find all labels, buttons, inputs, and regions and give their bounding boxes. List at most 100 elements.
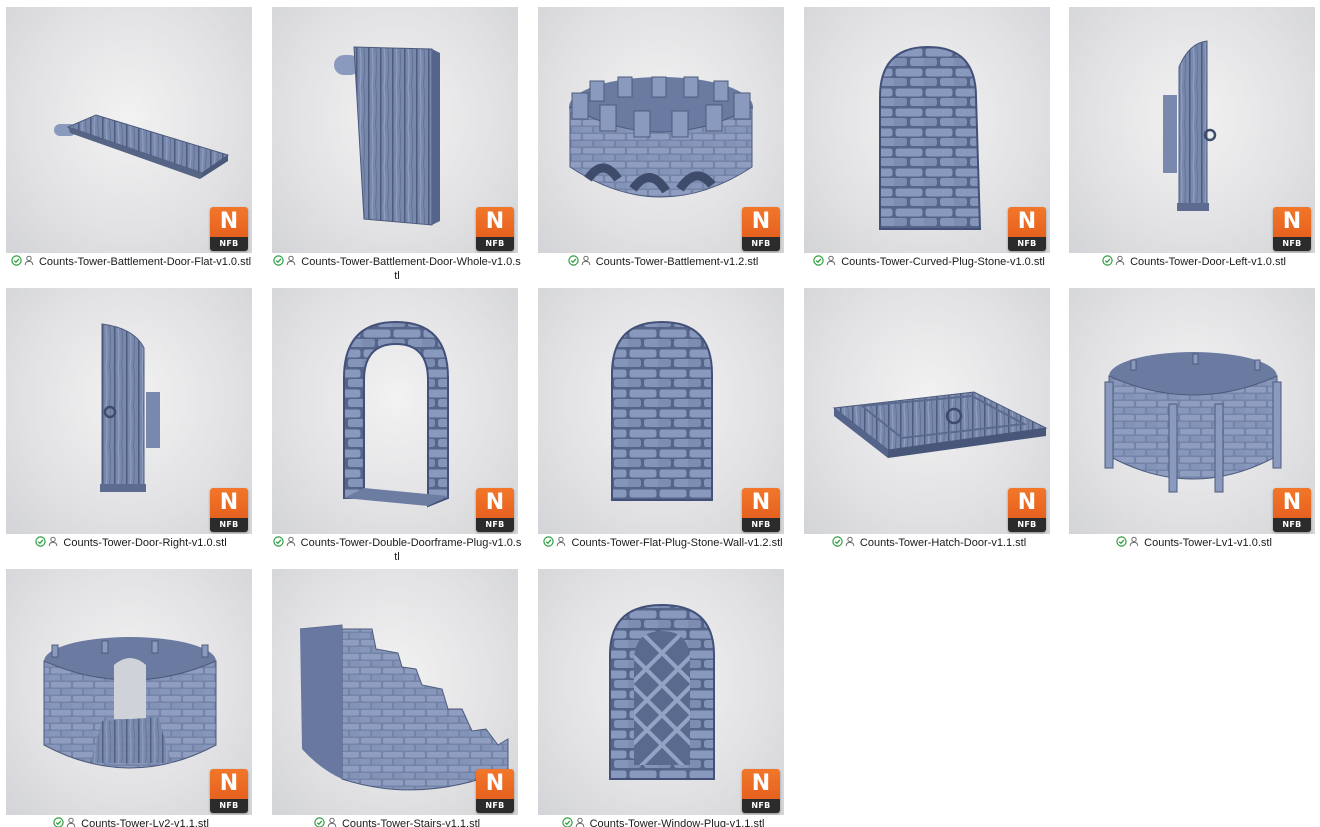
sync-status-check-icon	[1102, 255, 1113, 270]
file-caption[interactable]: Counts-Tower-Flat-Plug-Stone-Wall-v1.2.s…	[538, 536, 788, 551]
shared-person-icon	[48, 536, 58, 551]
sync-status-check-icon	[1116, 536, 1127, 551]
file-name: Counts-Tower-Hatch-Door-v1.1.stl	[859, 537, 1027, 549]
file-name: Counts-Tower-Battlement-Door-Flat-v1.0.s…	[38, 256, 252, 268]
sync-status-check-icon	[543, 536, 555, 551]
file-name: Counts-Tower-Battlement-v1.2.stl	[595, 256, 759, 268]
nfb-badge-icon: N NFB	[210, 207, 248, 251]
badge-label: NFB	[1008, 518, 1046, 532]
file-tile[interactable]: N NFB Counts-Tower-Stairs-v1.1.stl	[272, 569, 522, 827]
file-thumbnail[interactable]: N NFB	[1069, 7, 1315, 253]
file-tile[interactable]: N NFB Counts-Tower-Battlement-v1.2.stl	[538, 7, 788, 283]
file-name: Counts-Tower-Door-Right-v1.0.stl	[63, 537, 227, 549]
file-caption[interactable]: Counts-Tower-Battlement-v1.2.stl	[538, 255, 788, 270]
badge-letter: N	[751, 490, 771, 515]
file-tile[interactable]: N NFB Counts-Tower-Door-Left-v1.0.stl	[1069, 7, 1319, 283]
badge-label: NFB	[210, 799, 248, 813]
badge-letter: N	[219, 209, 239, 234]
badge-label: NFB	[476, 237, 514, 251]
file-tile[interactable]: N NFB Counts-Tower-Window-Plug-v1.1.stl	[538, 569, 788, 827]
file-caption[interactable]: Counts-Tower-Door-Left-v1.0.stl	[1069, 255, 1319, 270]
shared-person-icon	[581, 255, 591, 270]
shared-person-icon	[1129, 536, 1139, 551]
sync-status-check-icon	[272, 536, 284, 551]
file-thumbnail-grid: N NFB Counts-Tower-Battlement-Door-Flat-…	[0, 0, 1320, 827]
badge-label: NFB	[742, 237, 780, 251]
shared-person-icon	[575, 817, 585, 827]
file-thumbnail[interactable]: N NFB	[538, 569, 784, 815]
badge-letter: N	[1282, 490, 1302, 515]
nfb-badge-icon: N NFB	[476, 207, 514, 251]
file-tile[interactable]: N NFB Counts-Tower-Flat-Plug-Stone-Wall-…	[538, 288, 788, 564]
file-name: Counts-Tower-Battlement-Door-Whole-v1.0.…	[301, 256, 521, 282]
badge-label: NFB	[742, 518, 780, 532]
sync-status-check-icon	[832, 536, 843, 551]
shared-person-icon	[556, 536, 566, 551]
sync-status-check-icon	[567, 255, 579, 270]
nfb-badge-icon: N NFB	[1008, 207, 1046, 251]
badge-label: NFB	[1273, 518, 1311, 532]
nfb-badge-icon: N NFB	[742, 769, 780, 813]
shared-person-icon	[845, 536, 855, 551]
nfb-badge-icon: N NFB	[210, 769, 248, 813]
badge-label: NFB	[210, 237, 248, 251]
file-thumbnail[interactable]: N NFB	[272, 288, 518, 534]
file-thumbnail[interactable]: N NFB	[804, 7, 1050, 253]
file-thumbnail[interactable]: N NFB	[804, 288, 1050, 534]
file-tile[interactable]: N NFB Counts-Tower-Hatch-Door-v1.1.stl	[804, 288, 1054, 564]
shared-person-icon	[286, 255, 296, 270]
shared-person-icon	[1115, 255, 1125, 270]
file-thumbnail[interactable]: N NFB	[538, 288, 784, 534]
file-tile[interactable]: N NFB Counts-Tower-Battlement-Door-Whole…	[272, 7, 522, 283]
sync-status-check-icon	[273, 255, 284, 270]
file-caption[interactable]: Counts-Tower-Double-Doorframe-Plug-v1.0.…	[272, 536, 522, 564]
file-caption[interactable]: Counts-Tower-Window-Plug-v1.1.stl	[538, 817, 788, 827]
file-thumbnail[interactable]: N NFB	[272, 7, 518, 253]
badge-label: NFB	[742, 799, 780, 813]
file-name: Counts-Tower-Stairs-v1.1.stl	[341, 818, 481, 827]
badge-label: NFB	[476, 799, 514, 813]
file-caption[interactable]: Counts-Tower-Stairs-v1.1.stl	[272, 817, 522, 827]
file-tile[interactable]: N NFB Counts-Tower-Curved-Plug-Stone-v1.…	[804, 7, 1054, 283]
shared-person-icon	[286, 536, 296, 551]
file-caption[interactable]: Counts-Tower-Door-Right-v1.0.stl	[6, 536, 256, 551]
file-thumbnail[interactable]: N NFB	[6, 288, 252, 534]
file-name: Counts-Tower-Door-Left-v1.0.stl	[1130, 256, 1286, 268]
badge-letter: N	[1017, 209, 1037, 234]
sync-status-check-icon	[813, 255, 824, 270]
badge-letter: N	[485, 771, 505, 796]
file-caption[interactable]: Counts-Tower-Battlement-Door-Flat-v1.0.s…	[6, 255, 256, 270]
file-caption[interactable]: Counts-Tower-Curved-Plug-Stone-v1.0.stl	[804, 255, 1054, 270]
file-thumbnail[interactable]: N NFB	[6, 7, 252, 253]
nfb-badge-icon: N NFB	[1273, 207, 1311, 251]
file-name: Counts-Tower-Lv1-v1.0.stl	[1144, 537, 1272, 549]
nfb-badge-icon: N NFB	[742, 207, 780, 251]
file-tile[interactable]: N NFB Counts-Tower-Double-Doorframe-Plug…	[272, 288, 522, 564]
file-caption[interactable]: Counts-Tower-Battlement-Door-Whole-v1.0.…	[272, 255, 522, 283]
file-thumbnail[interactable]: N NFB	[538, 7, 784, 253]
sync-status-check-icon	[35, 536, 47, 551]
file-caption[interactable]: Counts-Tower-Lv1-v1.0.stl	[1069, 536, 1319, 551]
file-caption[interactable]: Counts-Tower-Hatch-Door-v1.1.stl	[804, 536, 1054, 551]
shared-person-icon	[327, 817, 337, 827]
file-thumbnail[interactable]: N NFB	[1069, 288, 1315, 534]
shared-person-icon	[66, 817, 76, 827]
sync-status-check-icon	[314, 817, 325, 827]
file-thumbnail[interactable]: N NFB	[6, 569, 252, 815]
file-tile[interactable]: N NFB Counts-Tower-Lv2-v1.1.stl	[6, 569, 256, 827]
file-name: Counts-Tower-Lv2-v1.1.stl	[81, 818, 209, 827]
file-name: Counts-Tower-Window-Plug-v1.1.stl	[589, 818, 765, 827]
file-tile[interactable]: N NFB Counts-Tower-Battlement-Door-Flat-…	[6, 7, 256, 283]
nfb-badge-icon: N NFB	[1273, 488, 1311, 532]
file-tile[interactable]: N NFB Counts-Tower-Door-Right-v1.0.stl	[6, 288, 256, 564]
badge-label: NFB	[476, 518, 514, 532]
file-tile[interactable]: N NFB Counts-Tower-Lv1-v1.0.stl	[1069, 288, 1319, 564]
file-caption[interactable]: Counts-Tower-Lv2-v1.1.stl	[6, 817, 256, 827]
badge-letter: N	[485, 209, 505, 234]
badge-letter: N	[751, 209, 771, 234]
badge-letter: N	[1017, 490, 1037, 515]
nfb-badge-icon: N NFB	[742, 488, 780, 532]
nfb-badge-icon: N NFB	[476, 769, 514, 813]
badge-letter: N	[751, 771, 771, 796]
file-thumbnail[interactable]: N NFB	[272, 569, 518, 815]
